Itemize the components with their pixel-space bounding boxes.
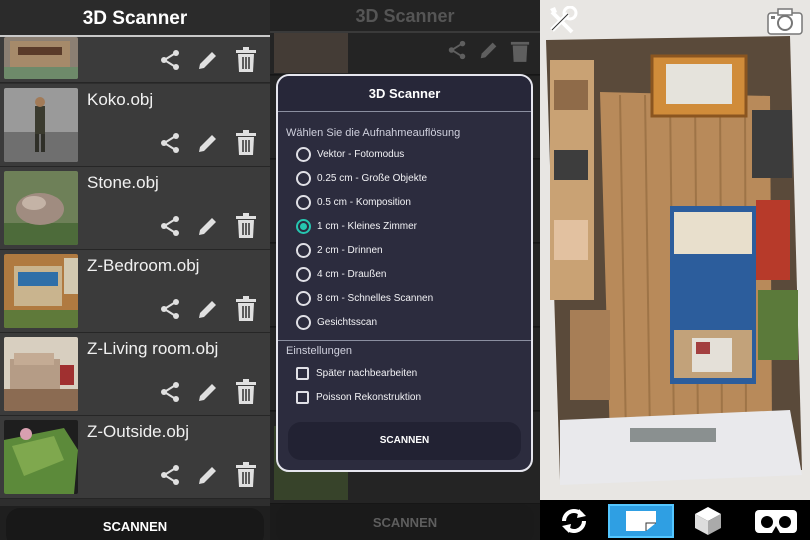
app-title: 3D Scanner [270,0,540,33]
radio-button[interactable] [296,242,311,258]
setting-label: Poisson Rekonstruktion [316,391,422,403]
radio-button[interactable] [296,194,311,210]
radio-button[interactable] [296,146,311,162]
file-name: Stone.obj [87,173,159,192]
checkbox[interactable] [296,390,309,404]
list-item[interactable]: Koko.obj [0,84,270,167]
resolution-dialog-screen: 3D Scanner SCANNEN 3D Scanner Wählen Sie… [270,0,540,540]
share-icon[interactable] [156,129,184,157]
dialog-scan-button[interactable]: SCANNEN [288,422,521,460]
item-actions [156,212,260,240]
radio-button[interactable] [296,314,311,330]
radio-button-selected[interactable] [296,218,311,234]
app-title: 3D Scanner [0,0,270,37]
trash-icon [510,41,530,62]
cube-icon[interactable] [686,504,730,538]
item-actions [156,461,260,489]
option-2cm[interactable]: 2 cm - Drinnen [278,238,531,262]
divider [278,340,531,341]
setting-label: Später nachbearbeiten [316,367,418,379]
item-actions [156,129,260,157]
scan-button-disabled: SCANNEN [276,504,534,540]
item-actions [446,39,530,63]
thumbnail-image [4,37,78,79]
plane-view-icon[interactable] [608,504,674,538]
radio-button[interactable] [296,170,311,186]
thumbnail-image [4,337,78,411]
option-label: Vektor - Fotomodus [317,148,405,160]
thumbnail-image [274,33,348,73]
thumbnail-image [4,420,78,494]
option-label: 0.25 cm - Große Objekte [317,172,428,184]
setting-poisson[interactable]: Poisson Rekonstruktion [278,385,531,409]
item-actions [156,378,260,406]
option-label: Gesichtsscan [317,316,378,328]
model-viewer-screen [540,0,810,540]
resolution-header: Wählen Sie die Aufnahmeauflösung [286,127,461,139]
share-icon[interactable] [156,212,184,240]
pencil-icon[interactable] [194,129,222,157]
option-label: 2 cm - Drinnen [317,244,383,256]
option-face-scan[interactable]: Gesichtsscan [278,310,531,334]
option-label: 1 cm - Kleines Zimmer [317,220,418,232]
share-icon [448,40,466,60]
list-item[interactable]: Z-Bedroom.obj [0,250,270,333]
trash-icon[interactable] [232,46,260,74]
list-item [270,33,540,75]
scan-button[interactable]: SCANNEN [6,508,264,540]
trash-icon[interactable] [232,295,260,323]
trash-icon[interactable] [232,212,260,240]
option-0-25cm[interactable]: 0.25 cm - Große Objekte [278,166,531,190]
option-label: 0.5 cm - Komposition [317,196,411,208]
vr-headset-icon[interactable] [750,504,802,538]
settings-header: Einstellungen [286,345,353,357]
share-icon[interactable] [156,46,184,74]
option-label: 8 cm - Schnelles Scannen [317,292,434,304]
pencil-icon[interactable] [194,378,222,406]
viewer-toolbar [540,500,810,540]
option-vector[interactable]: Vektor - Fotomodus [278,142,531,166]
tools-icon[interactable] [544,4,582,38]
list-item[interactable] [0,37,270,83]
3d-model-view[interactable] [540,0,810,500]
trash-icon[interactable] [232,129,260,157]
setting-postprocess-later[interactable]: Später nachbearbeiten [278,361,531,385]
option-8cm[interactable]: 8 cm - Schnelles Scannen [278,286,531,310]
file-name: Z-Bedroom.obj [87,256,200,275]
pencil-icon[interactable] [194,46,222,74]
room-scan-render [540,0,810,500]
list-item[interactable]: Z-Living room.obj [0,333,270,416]
list-item[interactable]: Stone.obj [0,167,270,250]
thumbnail-image [4,254,78,328]
pencil-icon[interactable] [194,295,222,323]
file-name: Koko.obj [87,90,154,109]
share-icon[interactable] [156,378,184,406]
radio-button[interactable] [296,266,311,282]
item-actions [156,295,260,323]
option-0-5cm[interactable]: 0.5 cm - Komposition [278,190,531,214]
pencil-icon[interactable] [194,461,222,489]
resolution-dialog: 3D Scanner Wählen Sie die Aufnahmeauflös… [276,74,533,472]
option-4cm[interactable]: 4 cm - Draußen [278,262,531,286]
checkbox[interactable] [296,366,309,380]
option-1cm[interactable]: 1 cm - Kleines Zimmer [278,214,531,238]
pencil-icon[interactable] [194,212,222,240]
thumbnail-image [4,88,78,162]
rotate-icon[interactable] [552,504,596,538]
share-icon[interactable] [156,295,184,323]
option-label: 4 cm - Draußen [317,268,387,280]
pencil-icon [480,42,497,59]
dialog-title: 3D Scanner [278,76,531,112]
trash-icon[interactable] [232,461,260,489]
item-actions [156,46,260,74]
file-name: Z-Outside.obj [87,422,190,441]
share-icon[interactable] [156,461,184,489]
file-name: Z-Living room.obj [87,339,219,358]
camera-icon[interactable] [766,4,804,38]
trash-icon[interactable] [232,378,260,406]
list-item[interactable]: Z-Outside.obj [0,416,270,499]
thumbnail-image [4,171,78,245]
file-list-screen: 3D Scanner Koko.obj Stone.obj Z-Bedroom.… [0,0,270,540]
radio-button[interactable] [296,290,311,306]
